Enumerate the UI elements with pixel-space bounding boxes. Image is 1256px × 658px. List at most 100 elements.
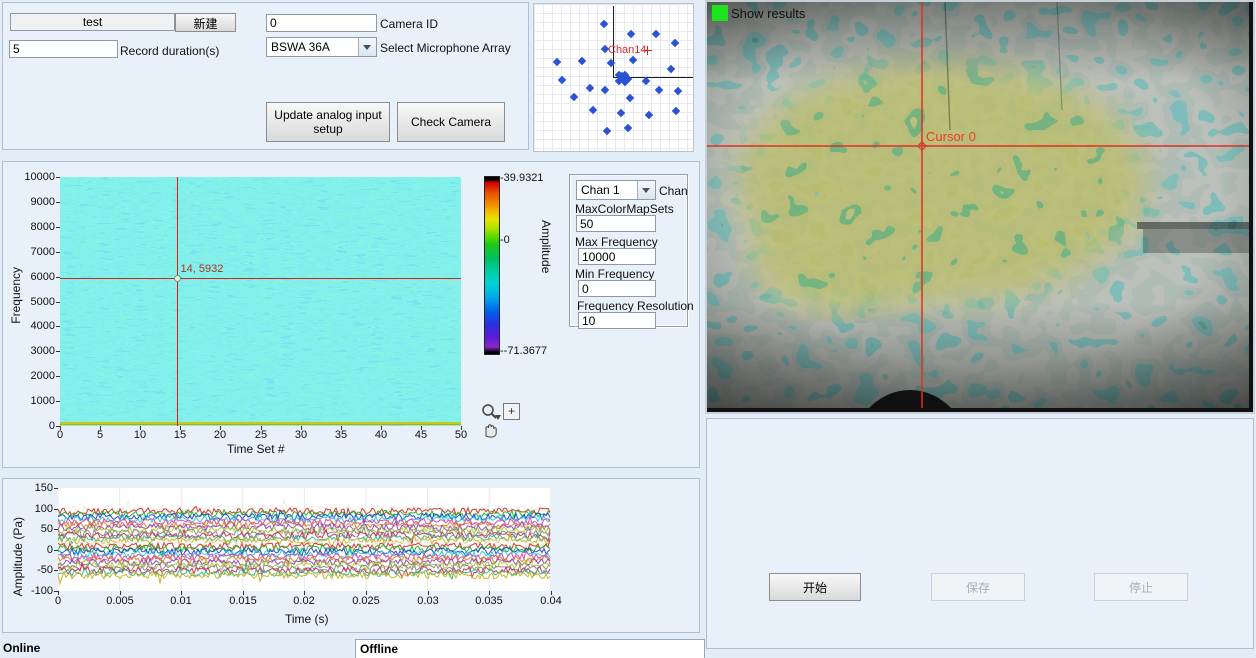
mic-point <box>652 30 660 38</box>
mic-array-select[interactable]: BSWA 36A <box>266 37 377 57</box>
waveform-plot[interactable] <box>58 488 551 591</box>
spec-y-tick-label: 7000 <box>15 246 55 258</box>
wave-x-tick-label: 0.04 <box>529 595 573 607</box>
show-results-checkbox[interactable] <box>712 5 728 21</box>
spec-x-tick-label: 25 <box>246 429 276 441</box>
wave-x-tickmark <box>428 591 429 595</box>
spectrogram-cursor-marker[interactable] <box>174 275 181 282</box>
mic-point <box>674 87 682 95</box>
spec-y-tick-label: 10000 <box>15 171 55 183</box>
mic-point <box>624 124 632 132</box>
mic-axis-vertical <box>613 6 614 77</box>
record-duration-input[interactable] <box>9 40 118 58</box>
frequency-resolution-label: Frequency Resolution <box>577 299 694 313</box>
spectrogram-cursor-vline[interactable] <box>177 177 178 426</box>
wave-x-tick-label: 0.03 <box>406 595 450 607</box>
mic-point <box>626 94 634 102</box>
chan-select[interactable]: Chan 1 <box>576 180 656 200</box>
spectrogram-plot[interactable]: 14, 5932 <box>60 177 461 426</box>
update-analog-input-button[interactable]: Update analog input setup <box>266 102 390 142</box>
spec-y-tick-label: 4000 <box>15 320 55 332</box>
spec-x-tickmark <box>60 426 61 430</box>
wave-x-tickmark <box>304 591 305 595</box>
spec-y-tick-label: 5000 <box>15 296 55 308</box>
spec-y-tick-label: 8000 <box>15 221 55 233</box>
wave-y-tick-label: 150 <box>17 482 53 494</box>
wave-x-tickmark <box>58 591 59 595</box>
spec-x-tickmark <box>421 426 422 430</box>
spectrogram-cursor-hline[interactable] <box>60 278 461 279</box>
waveform-xlabel: Time (s) <box>285 612 329 626</box>
offline-status-label: Offline <box>360 642 398 656</box>
spec-x-tick-label: 15 <box>165 429 195 441</box>
spec-x-tick-label: 50 <box>446 429 476 441</box>
wave-y-tick-label: -50 <box>17 564 53 576</box>
spec-x-tickmark <box>461 426 462 430</box>
spec-y-tickmark <box>56 227 60 228</box>
colorbar-max-label: -39.9321 <box>500 172 543 184</box>
amplitude-colorbar <box>484 176 500 355</box>
mic-point <box>629 56 637 64</box>
wave-y-tickmark <box>54 550 58 551</box>
chan-select-value: Chan 1 <box>581 183 620 197</box>
check-camera-button[interactable]: Check Camera <box>397 102 505 142</box>
chevron-down-icon[interactable] <box>358 38 376 56</box>
mic-point <box>671 39 679 47</box>
max-colormap-label: MaxColorMapSets <box>575 202 674 216</box>
colorbar-min-label: --71.3677 <box>500 345 547 357</box>
mic-point <box>601 86 609 94</box>
save-button[interactable]: 保存 <box>931 573 1025 601</box>
camera-id-input[interactable] <box>266 14 377 32</box>
mic-point <box>589 106 597 114</box>
frequency-resolution-input[interactable] <box>578 312 656 329</box>
spec-x-tick-label: 45 <box>406 429 436 441</box>
wave-y-tickmark <box>54 529 58 530</box>
spec-x-tickmark <box>341 426 342 430</box>
spec-x-tick-label: 5 <box>85 429 115 441</box>
mic-point <box>603 127 611 135</box>
max-colormap-input[interactable] <box>576 215 656 232</box>
pan-hand-icon[interactable] <box>481 421 499 438</box>
test-name-field[interactable]: test <box>10 13 175 31</box>
wave-y-tickmark <box>54 509 58 510</box>
max-frequency-input[interactable] <box>578 248 656 265</box>
min-frequency-input[interactable] <box>578 280 656 297</box>
chevron-down-icon[interactable] <box>637 181 655 199</box>
start-button[interactable]: 开始 <box>769 573 861 601</box>
max-frequency-label: Max Frequency <box>575 235 658 249</box>
colorbar-axis-label: Amplitude <box>539 220 553 273</box>
new-button[interactable]: 新建 <box>175 13 236 32</box>
online-status-label: Online <box>3 641 40 655</box>
stop-button[interactable]: 停止 <box>1094 573 1188 601</box>
record-duration-label: Record duration(s) <box>120 44 219 58</box>
spec-y-tick-label: 2000 <box>15 370 55 382</box>
wave-y-tickmark <box>54 488 58 489</box>
wave-x-tick-label: 0.015 <box>221 595 265 607</box>
colorbar-mid-label: -0 <box>500 234 510 246</box>
camera-cursor-label: Cursor 0 <box>926 129 976 144</box>
acoustic-camera-app: test 新建 Record duration(s) Camera ID BSW… <box>0 0 1256 658</box>
spec-y-tickmark <box>56 376 60 377</box>
mic-cursor-cross-v[interactable] <box>647 46 648 55</box>
cursor-tool-icon[interactable]: + <box>503 403 520 420</box>
zoom-tool-icon[interactable] <box>480 402 502 421</box>
show-results-label: Show results <box>731 6 805 21</box>
mic-point <box>627 30 635 38</box>
spec-x-tickmark <box>140 426 141 430</box>
mic-cursor-label: Chan14 <box>608 44 647 56</box>
camera-view[interactable]: Cursor 0 Show results <box>705 0 1255 414</box>
mic-point <box>672 107 680 115</box>
action-panel: 开始 保存 停止 <box>706 418 1254 649</box>
spectrogram-panel: 14, 5932 Frequency Time Set # -39.9321 -… <box>2 161 700 468</box>
spectrogram-xlabel: Time Set # <box>227 442 285 456</box>
mic-point <box>558 76 566 84</box>
spec-x-tick-label: 20 <box>205 429 235 441</box>
spec-x-tick-label: 30 <box>286 429 316 441</box>
mic-array-plot[interactable]: Chan14 <box>533 3 694 152</box>
wave-y-tick-label: 0 <box>17 544 53 556</box>
acoustic-overlay-image: Cursor 0 <box>707 2 1249 408</box>
spec-y-tickmark <box>56 202 60 203</box>
spec-y-tickmark <box>56 177 60 178</box>
wave-y-tickmark <box>54 570 58 571</box>
spec-x-tickmark <box>261 426 262 430</box>
